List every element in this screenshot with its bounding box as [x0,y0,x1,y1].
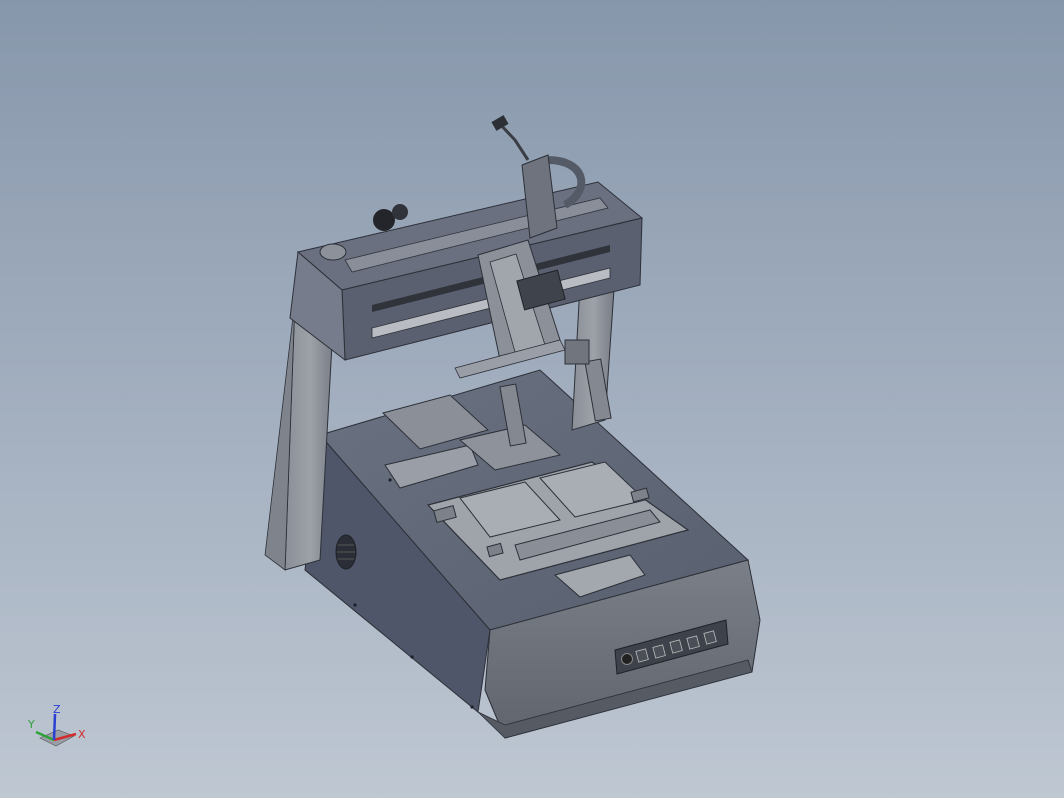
view-orientation-triad[interactable]: X Y Z [22,700,92,760]
z-axis-label: Z [53,703,61,716]
y-axis-label: Y [27,718,35,731]
fan-grill-icon [335,534,357,570]
z-axis-icon [52,713,57,741]
machine-model[interactable] [0,0,1064,798]
x-axis-label: X [78,728,86,741]
emergency-stop-icon[interactable] [621,653,633,665]
3d-viewport[interactable]: X Y Z [0,0,1064,798]
